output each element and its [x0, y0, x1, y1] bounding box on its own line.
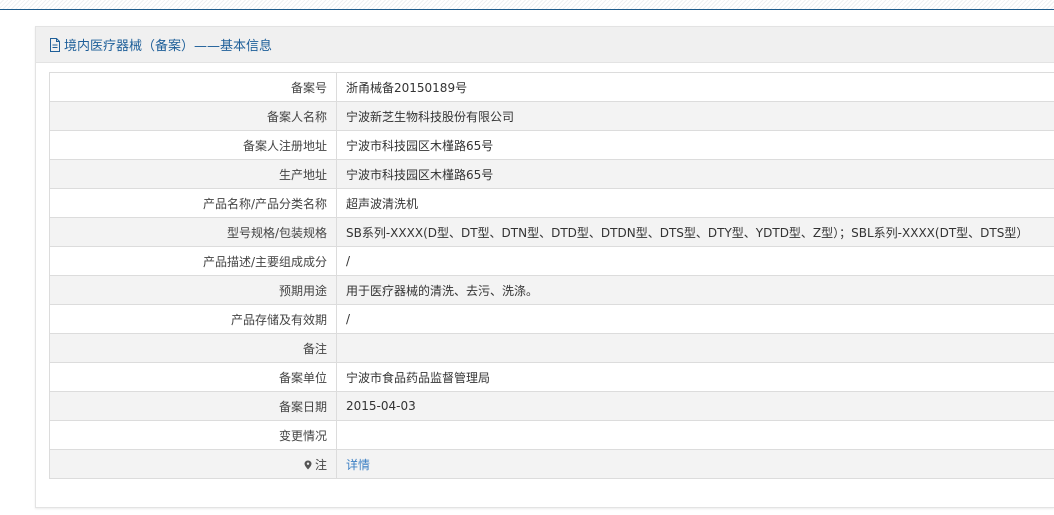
row-label: 备案单位: [49, 362, 337, 392]
row-label: 产品存储及有效期: [49, 304, 337, 334]
row-value: [336, 420, 1054, 450]
table-row: 预期用途 用于医疗器械的清洗、去污、洗涤。: [49, 275, 1054, 305]
table-row: 产品名称/产品分类名称 超声波清洗机: [49, 188, 1054, 218]
note-row: 注 详情: [49, 449, 1054, 479]
document-icon: [50, 37, 60, 52]
row-value: /: [336, 246, 1054, 276]
table-row: 型号规格/包装规格 SB系列-XXXX(D型、DT型、DTN型、DTD型、DTD…: [49, 217, 1054, 247]
row-label: 备案人名称: [49, 101, 337, 131]
top-divider: [0, 0, 1054, 10]
row-label: 备案人注册地址: [49, 130, 337, 160]
panel-header: 境内医疗器械（备案）——基本信息: [36, 27, 1054, 63]
table-row: 生产地址 宁波市科技园区木槿路65号: [49, 159, 1054, 189]
table-row: 变更情况: [49, 420, 1054, 450]
row-label: 生产地址: [49, 159, 337, 189]
table-row: 备案人注册地址 宁波市科技园区木槿路65号: [49, 130, 1054, 160]
row-label: 产品描述/主要组成成分: [49, 246, 337, 276]
row-value: 超声波清洗机: [336, 188, 1054, 218]
basic-info-panel: 境内医疗器械（备案）——基本信息 备案号 浙甬械备20150189号 备案人名称…: [35, 26, 1054, 508]
table-row: 备案人名称 宁波新芝生物科技股份有限公司: [49, 101, 1054, 131]
row-label: 预期用途: [49, 275, 337, 305]
row-label: 型号规格/包装规格: [49, 217, 337, 247]
row-value: 宁波新芝生物科技股份有限公司: [336, 101, 1054, 131]
row-label: 备案日期: [49, 391, 337, 421]
map-pin-icon: [304, 460, 312, 469]
row-value: SB系列-XXXX(D型、DT型、DTN型、DTD型、DTDN型、DTS型、DT…: [336, 217, 1054, 247]
info-table: 备案号 浙甬械备20150189号 备案人名称 宁波新芝生物科技股份有限公司 备…: [49, 72, 1054, 479]
row-value: [336, 333, 1054, 363]
table-row: 备案日期 2015-04-03: [49, 391, 1054, 421]
table-row: 备注: [49, 333, 1054, 363]
table-row: 产品描述/主要组成成分 /: [49, 246, 1054, 276]
row-value: /: [336, 304, 1054, 334]
row-label: 备注: [49, 333, 337, 363]
details-link[interactable]: 详情: [346, 458, 370, 472]
row-value: 宁波市科技园区木槿路65号: [336, 159, 1054, 189]
row-value: 用于医疗器械的清洗、去污、洗涤。: [336, 275, 1054, 305]
row-value: 2015-04-03: [336, 391, 1054, 421]
row-value: 宁波市食品药品监督管理局: [336, 362, 1054, 392]
note-value-cell: 详情: [336, 449, 1054, 479]
row-label: 备案号: [49, 72, 337, 102]
table-row: 备案号 浙甬械备20150189号: [49, 72, 1054, 102]
row-value: 宁波市科技园区木槿路65号: [336, 130, 1054, 160]
note-label: 注: [314, 457, 327, 472]
row-label: 产品名称/产品分类名称: [49, 188, 337, 218]
row-value: 浙甬械备20150189号: [336, 72, 1054, 102]
table-row: 产品存储及有效期 /: [49, 304, 1054, 334]
note-label-cell: 注: [49, 449, 337, 479]
panel-title: 境内医疗器械（备案）——基本信息: [64, 39, 273, 54]
table-row: 备案单位 宁波市食品药品监督管理局: [49, 362, 1054, 392]
row-label: 变更情况: [49, 420, 337, 450]
